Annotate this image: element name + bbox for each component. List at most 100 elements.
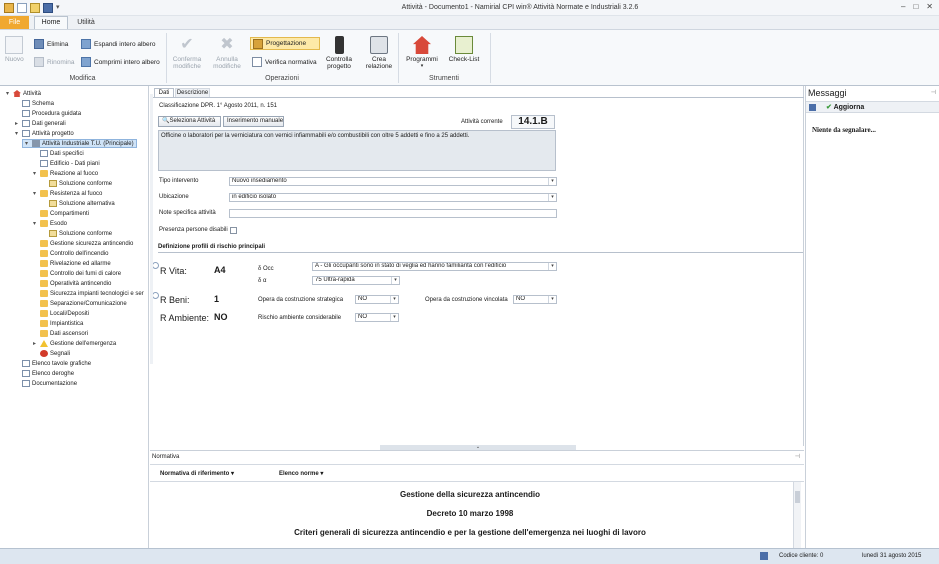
elimina-button[interactable]: Elimina (34, 39, 68, 49)
tipo-intervento-label: Tipo intervento (159, 178, 199, 184)
verifica-normativa-button[interactable]: Verifica normativa (252, 57, 317, 67)
tree-item[interactable]: Elenco deroghe (13, 369, 74, 378)
tipo-intervento-select[interactable]: Nuovo insediamento ▾ (229, 177, 557, 186)
tree-item[interactable]: Controllo dell'incendio (31, 249, 109, 258)
save-icon[interactable] (809, 104, 816, 111)
new-file-icon[interactable] (17, 3, 27, 13)
open-folder-icon[interactable] (30, 3, 40, 13)
tree-toggle-icon[interactable]: ▾ (23, 140, 30, 147)
programmi-button[interactable]: Programmi ▾ (402, 36, 442, 70)
tree-item[interactable]: Sicurezza impianti tecnologici e ser (31, 289, 144, 298)
expand-tree-icon (81, 39, 91, 49)
tree-toggle-icon[interactable]: ▸ (31, 340, 38, 347)
vincolata-select[interactable]: NO ▾ (513, 295, 557, 304)
tab-utilita[interactable]: Utilità (72, 17, 100, 29)
note-input[interactable] (229, 209, 557, 218)
nuovo-button[interactable]: Nuovo (5, 36, 24, 63)
seleziona-attivita-button[interactable]: 🔍Seleziona Attività (158, 116, 221, 127)
tree-item[interactable]: Elenco tavole grafiche (13, 359, 91, 368)
tree-item[interactable]: ▸ Dati generali (13, 119, 66, 128)
tree-item[interactable]: Segnali (31, 349, 70, 358)
scrollbar-thumb[interactable] (795, 491, 800, 503)
tree-toggle-icon[interactable]: ▸ (13, 120, 20, 127)
tree-item[interactable]: Gestione sicurezza antincendio (31, 239, 133, 248)
tab-home[interactable]: Home (34, 16, 68, 30)
check-list-button[interactable]: Check-List (444, 36, 484, 63)
dalpha-select[interactable]: 75 Ultra-rapida ▾ (312, 276, 400, 285)
tree-toggle-icon[interactable]: ▾ (31, 170, 38, 177)
tab-dati[interactable]: Dati (154, 88, 174, 97)
rischio-ambiente-select[interactable]: NO ▾ (355, 313, 399, 322)
pin-icon[interactable]: ⊣ (931, 89, 936, 96)
rinomina-button[interactable]: Rinomina (34, 57, 74, 67)
customize-qat-icon[interactable]: ▾ (56, 3, 60, 13)
presenza-checkbox[interactable] (230, 227, 237, 234)
messaggi-panel: Messaggi ⊣ ✔ Aggiorna Niente da segnalar… (805, 86, 939, 548)
tree-item-label: Gestione dell'emergenza (50, 340, 117, 347)
tree-item-label: Attività (23, 90, 42, 97)
rbeni-radio[interactable] (152, 292, 159, 299)
tree-item-label: Elenco deroghe (32, 370, 75, 377)
tree-item[interactable]: ▸ Gestione dell'emergenza (31, 339, 116, 348)
ubicazione-select[interactable]: in edificio isolato ▾ (229, 193, 557, 202)
annulla-label-2: modifiche (213, 63, 241, 70)
crea-relazione-button[interactable]: Crea relazione (362, 36, 396, 70)
inserimento-manuale-button[interactable]: Inserimento manuale (223, 116, 284, 127)
docc-select[interactable]: A - Gli occupanti sono in stato di vegli… (312, 262, 557, 271)
tab-file[interactable]: File (0, 16, 29, 29)
tree-item[interactable]: Controllo dei fumi di calore (31, 269, 121, 278)
annulla-modifiche-button[interactable]: ✖ Annulla modifiche (210, 36, 244, 70)
rischio-ambiente-value: NO (358, 314, 367, 320)
tree-item[interactable]: Locali/Depositi (31, 309, 89, 318)
tree-item[interactable]: Impiantistica (31, 319, 83, 328)
tree-toggle-icon[interactable]: ▾ (4, 90, 11, 97)
tree-item[interactable]: Soluzione conforme (40, 229, 112, 238)
rvita-radio[interactable] (152, 262, 159, 269)
tree-item-label: Reazione al fuoco (50, 170, 99, 177)
espandi-button[interactable]: Espandi intero albero (81, 39, 155, 49)
normativa-riferimento-tab[interactable]: Normativa di riferimento ▾ (160, 470, 234, 477)
tree-item[interactable]: Edificio - Dati piani (31, 159, 100, 168)
tree-item-label: Soluzione alternativa (59, 200, 115, 207)
tree-item[interactable]: ▾ Attività (4, 89, 41, 98)
rvita-label: R Vita: (160, 266, 187, 276)
tree-item[interactable]: Operatività antincendio (31, 279, 111, 288)
rambiente-value: NO (214, 312, 228, 322)
tree-item[interactable]: Rivelazione ed allarme (31, 259, 111, 268)
rinomina-label: Rinomina (47, 58, 75, 66)
tree-item[interactable]: ▾ Attività progetto (13, 129, 74, 138)
tree-item[interactable]: Dati ascensori (31, 329, 88, 338)
tree-item[interactable]: Soluzione conforme (40, 179, 112, 188)
tree-toggle-icon[interactable]: ▾ (31, 220, 38, 227)
comprimi-button[interactable]: Comprimi intero albero (81, 57, 160, 67)
progettazione-button[interactable]: Progettazione (250, 37, 320, 50)
tree-item[interactable]: Procedura guidata (13, 109, 81, 118)
tree-item[interactable]: Separazione/Comunicazione (31, 299, 127, 308)
tree-item[interactable]: ▾ Esodo (31, 219, 67, 228)
tree-item[interactable]: ▾ Attività Industriale T.U. (Principale) (22, 139, 137, 148)
tree-toggle-icon[interactable]: ▾ (31, 190, 38, 197)
tree-item[interactable]: Soluzione alternativa (40, 199, 115, 208)
pin-icon[interactable]: ⊣ (795, 453, 800, 460)
strategica-select[interactable]: NO ▾ (355, 295, 399, 304)
tree-item[interactable]: ▾ Resistenza al fuoco (31, 189, 102, 198)
minimize-button[interactable]: – (901, 2, 905, 11)
tree-item[interactable]: ▾ Reazione al fuoco (31, 169, 98, 178)
crea-label-2: relazione (365, 63, 393, 70)
maximize-button[interactable]: □ (913, 2, 918, 11)
controlla-progetto-button[interactable]: Controlla progetto (322, 36, 356, 70)
tree-item[interactable]: Schema (13, 99, 54, 108)
close-button[interactable]: ✕ (926, 2, 933, 11)
aggiorna-button[interactable]: ✔ Aggiorna (826, 103, 864, 111)
tree-item[interactable]: Compartimenti (31, 209, 89, 218)
cancel-icon: ✖ (220, 36, 234, 53)
normativa-scrollbar[interactable] (793, 482, 801, 548)
conferma-modifiche-button[interactable]: ✔ Conferma modifiche (170, 36, 204, 70)
comprimi-label: Comprimi intero albero (94, 58, 160, 66)
tab-descrizione[interactable]: Descrizione (175, 88, 210, 97)
tree-item[interactable]: Documentazione (13, 379, 77, 388)
tree-toggle-icon[interactable]: ▾ (13, 130, 20, 137)
elenco-norme-tab[interactable]: Elenco norme ▾ (279, 470, 323, 477)
save-icon[interactable] (43, 3, 53, 13)
tree-item[interactable]: Dati specifici (31, 149, 84, 158)
